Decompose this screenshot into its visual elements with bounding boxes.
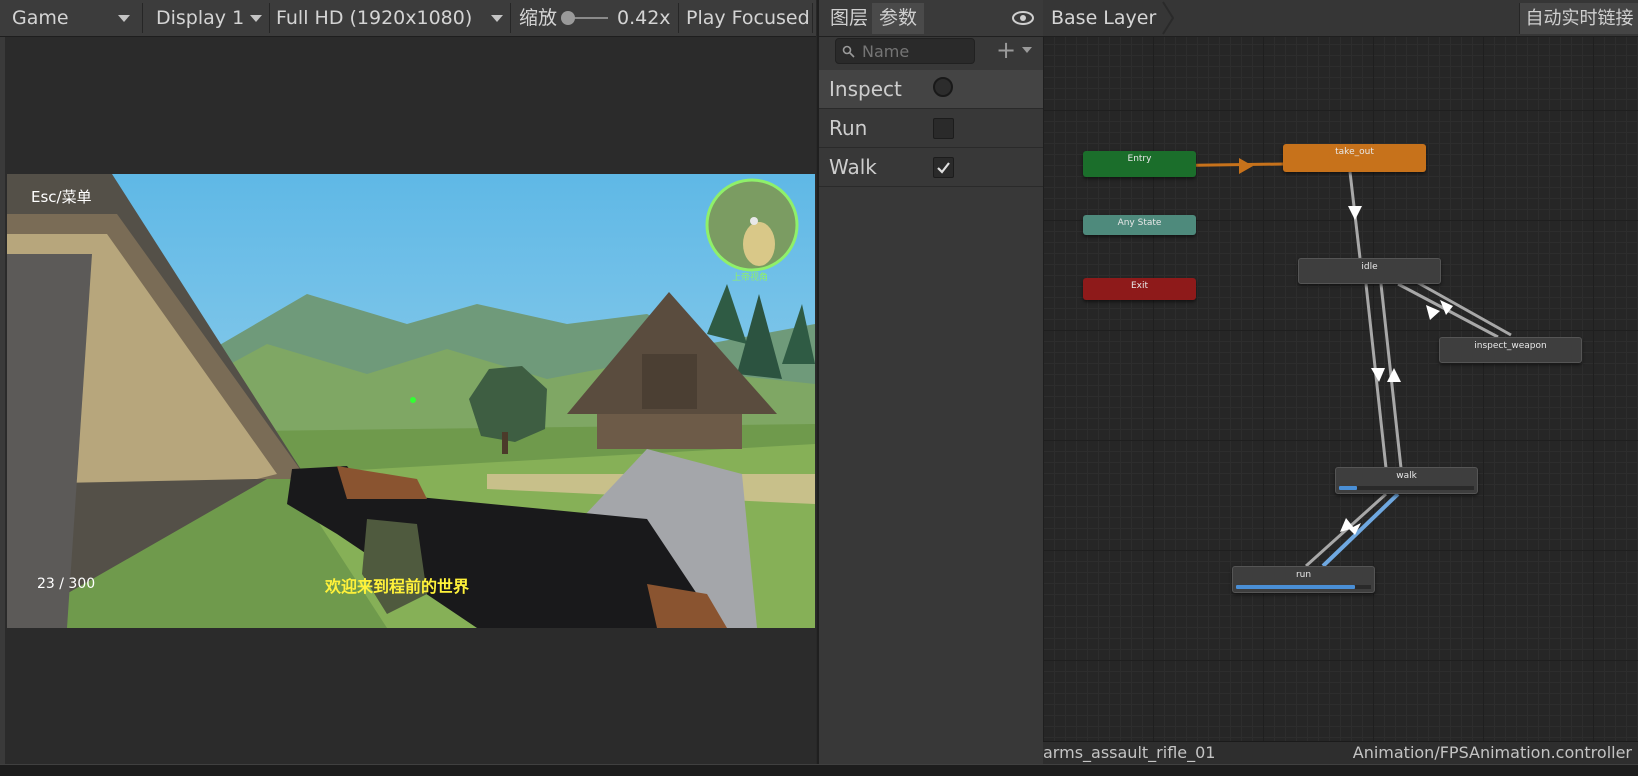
param-name: Inspect	[829, 77, 902, 101]
game-scene	[7, 174, 815, 628]
animator-header: Base Layer 自动实时链接	[1043, 0, 1638, 37]
tab-layers[interactable]: 图层	[823, 3, 875, 34]
check-icon	[937, 162, 950, 174]
toolbar-divider	[510, 3, 511, 33]
state-run[interactable]: run	[1232, 566, 1375, 593]
state-label: Entry	[1127, 154, 1152, 164]
crosshair	[410, 397, 416, 403]
state-label: Any State	[1117, 218, 1162, 228]
bottom-bar	[0, 764, 1638, 776]
trigger-toggle[interactable]	[933, 77, 953, 97]
status-object-name: arms_assault_rifle_01	[1043, 743, 1216, 762]
player-marker-icon	[750, 217, 758, 225]
state-label: walk	[1396, 471, 1417, 481]
add-parameter-icon[interactable]: +	[996, 38, 1016, 62]
param-row-walk[interactable]: Walk	[819, 148, 1043, 187]
state-inspect-weapon[interactable]: inspect_weapon	[1439, 337, 1582, 363]
param-name: Walk	[829, 155, 877, 179]
game-render[interactable]: Esc/菜单 23 / 300 欢迎来到程前的世界 上帝视角	[7, 174, 815, 628]
arrow-icon	[1371, 368, 1385, 382]
state-label: take_out	[1335, 147, 1374, 157]
play-focused-label: Play Focused	[686, 7, 810, 29]
game-view-edge	[0, 37, 5, 764]
chevron-down-icon[interactable]	[1022, 47, 1032, 53]
param-row-inspect[interactable]: Inspect	[819, 70, 1043, 109]
display-select[interactable]: Display 1	[156, 0, 244, 36]
toolbar-divider	[812, 3, 813, 33]
house-door	[642, 354, 697, 409]
chevron-down-icon[interactable]	[491, 15, 503, 22]
minimap-label: 上帝视角	[732, 273, 769, 283]
view-select[interactable]: Game	[12, 0, 69, 36]
state-exit[interactable]: Exit	[1083, 278, 1196, 300]
param-row-run[interactable]: Run	[819, 109, 1043, 148]
arrow-icon	[1239, 158, 1253, 174]
house-wall	[597, 414, 742, 449]
bool-checkbox[interactable]	[933, 118, 954, 139]
toolbar-divider	[269, 3, 270, 33]
state-progress-bar	[1236, 585, 1355, 589]
transition-run-walk-active	[1321, 492, 1400, 568]
search-field[interactable]	[835, 38, 975, 64]
view-select-label: Game	[12, 7, 69, 29]
state-label: idle	[1361, 262, 1378, 272]
state-progress-track	[1339, 486, 1474, 490]
resolution-select[interactable]: Full HD (1920x1080)	[276, 0, 472, 36]
state-any-state[interactable]: Any State	[1083, 215, 1196, 235]
toolbar-divider	[678, 3, 679, 33]
transition-lines	[1145, 158, 1512, 568]
game-toolbar: Game Display 1 Full HD (1920x1080) 缩放 0.…	[0, 0, 816, 37]
scale-label: 缩放	[519, 7, 558, 29]
arrow-icon	[1348, 206, 1362, 220]
chevron-right-icon	[1162, 1, 1175, 35]
resolution-select-label: Full HD (1920x1080)	[276, 7, 473, 29]
status-controller-path: Animation/FPSAnimation.controller	[1352, 743, 1632, 762]
menu-hint: Esc/菜单	[31, 188, 92, 206]
panel-tabs: 图层 参数	[819, 0, 1043, 37]
layer-breadcrumb[interactable]: Base Layer	[1051, 0, 1156, 36]
animator-graph[interactable]: Entry Any State Exit take_out idle inspe…	[1043, 0, 1638, 764]
state-idle[interactable]: idle	[1298, 258, 1441, 284]
tree-trunk	[502, 432, 508, 454]
param-name: Run	[829, 116, 868, 140]
search-icon	[842, 45, 855, 58]
arrow-icon	[1426, 305, 1440, 320]
state-progress-bar	[1339, 486, 1357, 490]
state-label: inspect_weapon	[1474, 341, 1547, 351]
state-walk[interactable]: walk	[1335, 467, 1478, 494]
display-select-label: Display 1	[156, 7, 245, 29]
ammo-counter: 23 / 300	[37, 576, 96, 592]
status-bar: arms_assault_rifle_01 Animation/FPSAnima…	[1043, 741, 1638, 765]
state-label: Exit	[1130, 281, 1149, 291]
scale-slider-thumb[interactable]	[561, 11, 575, 25]
state-label: run	[1295, 570, 1312, 580]
toolbar-divider	[142, 3, 143, 33]
tab-parameters[interactable]: 参数	[872, 3, 925, 34]
state-take-out[interactable]: take_out	[1283, 144, 1426, 172]
subtitle: 欢迎来到程前的世界	[325, 577, 470, 596]
scale-value: 0.42x	[617, 7, 671, 29]
minimap-terrain	[743, 222, 775, 266]
bool-checkbox[interactable]	[933, 157, 954, 178]
chevron-down-icon[interactable]	[118, 15, 130, 22]
state-entry[interactable]: Entry	[1083, 151, 1196, 177]
chevron-down-icon[interactable]	[250, 15, 262, 22]
play-focused-button[interactable]: Play Focused	[686, 0, 810, 36]
parameters-panel: 图层 参数 + Inspect Run Walk	[817, 0, 1045, 764]
eye-icon[interactable]	[1011, 10, 1035, 26]
search-input[interactable]	[860, 40, 972, 62]
live-link-button[interactable]: 自动实时链接	[1519, 3, 1638, 34]
